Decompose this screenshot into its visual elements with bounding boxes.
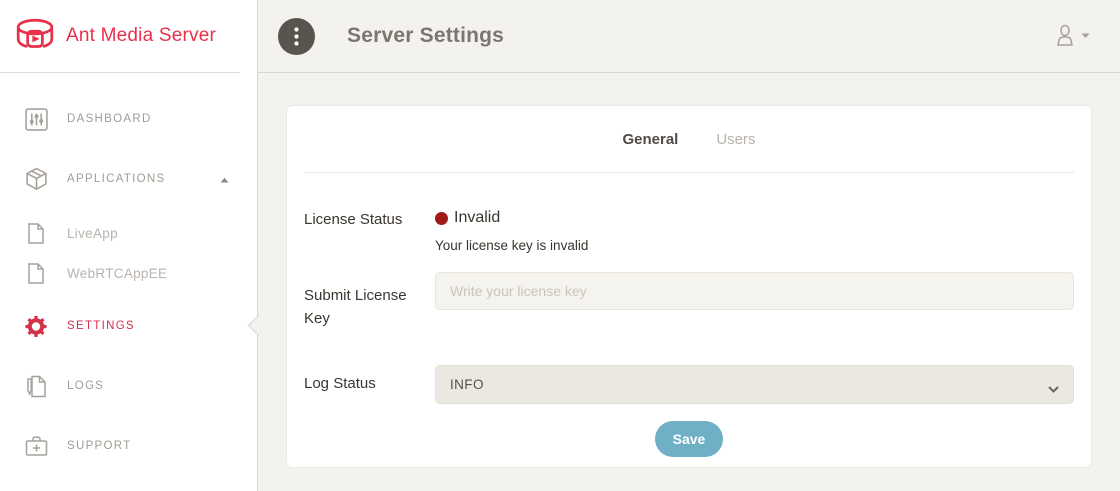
kebab-menu-button[interactable] [278,18,315,55]
license-status-label: License Status [304,209,435,253]
license-status-value-block: Invalid Your license key is invalid [435,209,1074,253]
sidebar-nav: DASHBOARD APPLICATIONS [0,73,257,466]
tab-general[interactable]: General [622,131,678,148]
sliders-icon [24,107,48,131]
page-title: Server Settings [347,24,504,48]
log-status-label: Log Status [304,373,435,396]
general-form: License Status Invalid Your license key … [287,209,1091,457]
sidebar-item-support[interactable]: SUPPORT [0,426,257,466]
license-status-row: License Status Invalid Your license key … [304,209,1074,253]
tab-users[interactable]: Users [716,131,755,148]
document-pencil-icon [24,374,48,398]
ant-media-logo-icon [14,17,56,55]
sidebar-item-label: APPLICATIONS [67,173,165,185]
sidebar-item-liveapp[interactable]: LiveApp [0,213,257,253]
save-button[interactable]: Save [655,421,723,457]
user-icon [1055,24,1076,48]
save-row: Save [304,421,1074,457]
license-key-field [435,272,1074,330]
file-icon [24,221,48,245]
sidebar: Ant Media Server DASHBOARD [0,0,258,491]
license-key-row: Submit License Key [304,272,1074,330]
sidebar-item-label: LOGS [67,380,104,392]
content-area: General Users License Status Invalid You… [258,73,1120,468]
log-status-field: INFO [435,365,1074,404]
brand-name: Ant Media Server [66,25,216,47]
chevron-up-icon [220,170,229,188]
top-bar: Server Settings [258,0,1120,73]
sidebar-item-label: WebRTCAppEE [67,266,167,281]
app-window: Ant Media Server DASHBOARD [0,0,1120,491]
license-key-label: Submit License Key [304,272,435,330]
sidebar-item-label: SETTINGS [67,320,135,332]
brand-logo[interactable]: Ant Media Server [0,0,240,73]
file-icon [24,261,48,285]
sidebar-item-label: SUPPORT [67,440,131,452]
sidebar-item-webrtcappee[interactable]: WebRTCAppEE [0,253,257,293]
first-aid-kit-icon [24,434,48,458]
kebab-menu-icon [294,27,299,46]
license-status-description: Your license key is invalid [435,238,1074,253]
gear-icon [24,314,48,338]
log-status-select[interactable]: INFO [435,365,1074,404]
sidebar-item-label: DASHBOARD [67,113,152,125]
license-key-input[interactable] [435,272,1074,310]
license-status-line: Invalid [435,209,1074,227]
sidebar-item-dashboard[interactable]: DASHBOARD [0,97,257,141]
license-status-value: Invalid [454,209,500,227]
cube-icon [24,167,48,191]
sidebar-item-label: LiveApp [67,226,118,241]
log-status-row: Log Status INFO [304,365,1074,404]
tabs: General Users [287,106,1091,172]
chevron-down-icon [1081,33,1090,39]
status-dot-icon [435,212,448,225]
sidebar-item-logs[interactable]: LOGS [0,366,257,406]
tabs-divider [304,172,1074,173]
sidebar-item-settings[interactable]: SETTINGS [0,306,257,346]
sidebar-item-applications[interactable]: APPLICATIONS [0,157,257,201]
main-area: Server Settings General Users [258,0,1120,491]
user-menu-button[interactable] [1055,24,1090,48]
server-settings-card: General Users License Status Invalid You… [286,105,1092,468]
